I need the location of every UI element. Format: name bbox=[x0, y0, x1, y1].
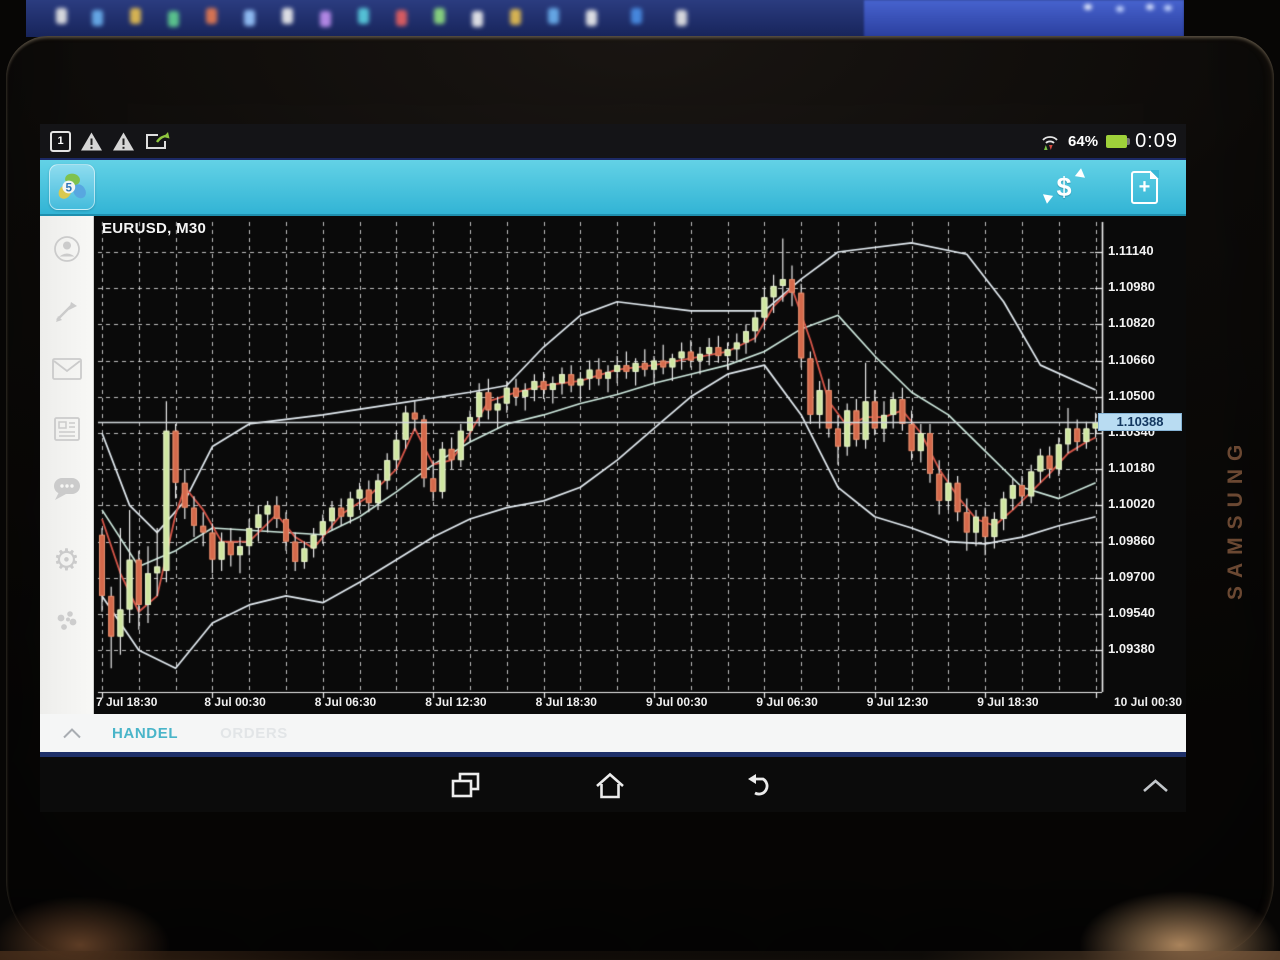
price-axis-label: 1.11140 bbox=[1108, 243, 1154, 261]
trend-arrows-icon bbox=[52, 296, 82, 326]
warning-icon bbox=[80, 131, 103, 152]
home-icon bbox=[593, 771, 627, 800]
price-chart-canvas[interactable] bbox=[94, 216, 1186, 714]
time-axis-label: 8 Jul 00:30 bbox=[204, 695, 265, 709]
data-signal-icon bbox=[1040, 131, 1060, 151]
nav-collapse-button[interactable] bbox=[1135, 770, 1175, 800]
svg-text:5: 5 bbox=[66, 181, 73, 194]
tab-handel[interactable]: HANDEL bbox=[112, 725, 178, 742]
time-axis-label: 10 Jul 00:30 bbox=[1114, 695, 1182, 709]
chevron-up-icon bbox=[1142, 778, 1169, 793]
time-axis-label: 9 Jul 00:30 bbox=[646, 695, 707, 709]
new-order-button[interactable]: + bbox=[1131, 171, 1158, 204]
background-reflections bbox=[1146, 4, 1154, 10]
background-monitor bbox=[26, 0, 1184, 37]
currency-arrow-icon bbox=[1075, 168, 1088, 181]
price-axis-label: 1.10660 bbox=[1108, 352, 1155, 370]
battery-percent: 64% bbox=[1068, 133, 1098, 150]
metatrader-logo-button[interactable]: 5 bbox=[49, 164, 95, 210]
sidebar-item-mail[interactable] bbox=[51, 353, 83, 385]
time-axis-label: 7 Jul 18:30 bbox=[96, 695, 157, 709]
plus-document-icon: + bbox=[1139, 177, 1151, 197]
recent-apps-icon bbox=[450, 771, 481, 800]
collapse-panel-button[interactable] bbox=[62, 728, 82, 739]
recent-apps-button[interactable] bbox=[445, 770, 485, 800]
price-axis-label: 1.09860 bbox=[1108, 533, 1155, 551]
warning-icon bbox=[112, 131, 135, 152]
price-axis-label: 1.10820 bbox=[1108, 315, 1155, 333]
time-axis-label: 8 Jul 06:30 bbox=[315, 695, 376, 709]
chart-symbol-label: EURUSD, M30 bbox=[102, 220, 206, 237]
time-axis-label: 8 Jul 18:30 bbox=[536, 695, 597, 709]
price-axis-label: 1.09540 bbox=[1108, 605, 1155, 623]
left-sidebar: ⚙ bbox=[40, 216, 94, 714]
notification-count-icon[interactable]: 1 bbox=[50, 131, 71, 152]
background-monitor-window bbox=[864, 0, 1184, 37]
battery-icon bbox=[1106, 135, 1127, 148]
chart-panel: EURUSD, M30 1.11140 1.10980 1.10820 1.10660… bbox=[94, 216, 1186, 714]
sidebar-item-community[interactable] bbox=[51, 605, 83, 637]
bottom-tab-bar: HANDEL ORDERS bbox=[40, 714, 1186, 757]
status-clock: 0:09 bbox=[1135, 130, 1178, 153]
news-icon bbox=[52, 415, 82, 443]
sidebar-item-news[interactable] bbox=[51, 413, 83, 445]
price-axis-label: 1.10500 bbox=[1108, 388, 1155, 406]
price-axis-label: 1.09380 bbox=[1108, 641, 1155, 659]
samsung-logo: SAMSUNG bbox=[1224, 437, 1248, 600]
currency-arrow-icon bbox=[1040, 190, 1053, 203]
price-axis-label: 1.09700 bbox=[1108, 569, 1155, 587]
sidebar-item-quotes[interactable] bbox=[51, 295, 83, 327]
android-nav-bar bbox=[40, 757, 1186, 812]
back-button[interactable] bbox=[740, 770, 780, 800]
sidebar-item-settings[interactable]: ⚙ bbox=[51, 545, 83, 577]
chat-bubble-icon bbox=[52, 475, 82, 503]
time-axis-label: 9 Jul 06:30 bbox=[756, 695, 817, 709]
price-axis-label: 1.10020 bbox=[1108, 496, 1155, 514]
android-status-bar: 1 64% 0:09 bbox=[40, 124, 1186, 160]
trade-accounts-button[interactable]: $ bbox=[1041, 167, 1087, 207]
photo-scene: SAMSUNG 1 64% 0:09 bbox=[0, 0, 1280, 960]
metatrader5-logo-icon: 5 bbox=[56, 171, 88, 203]
community-icon bbox=[52, 606, 82, 636]
time-axis-label: 8 Jul 12:30 bbox=[425, 695, 486, 709]
time-axis-label: 9 Jul 12:30 bbox=[867, 695, 928, 709]
tablet-screen: 1 64% 0:09 5 bbox=[40, 124, 1186, 812]
chevron-up-icon bbox=[62, 728, 82, 739]
time-axis-label: 9 Jul 18:30 bbox=[977, 695, 1038, 709]
app-toolbar: 5 $ + bbox=[40, 160, 1186, 216]
tab-orders[interactable]: ORDERS bbox=[220, 725, 288, 742]
sidebar-item-accounts[interactable] bbox=[51, 233, 83, 265]
price-axis-label: 1.10980 bbox=[1108, 279, 1155, 297]
back-icon bbox=[745, 772, 776, 799]
background-taskbar-icons bbox=[56, 8, 67, 24]
currency-icon: $ bbox=[1056, 172, 1071, 203]
profile-icon bbox=[52, 234, 82, 264]
gear-icon: ⚙ bbox=[53, 546, 80, 576]
price-axis-label: 1.10180 bbox=[1108, 460, 1155, 478]
screenshot-icon bbox=[144, 131, 171, 152]
home-button[interactable] bbox=[590, 770, 630, 800]
mail-icon bbox=[51, 356, 83, 382]
current-price-badge: 1.10388 bbox=[1098, 413, 1182, 431]
sidebar-item-chat[interactable] bbox=[51, 473, 83, 505]
